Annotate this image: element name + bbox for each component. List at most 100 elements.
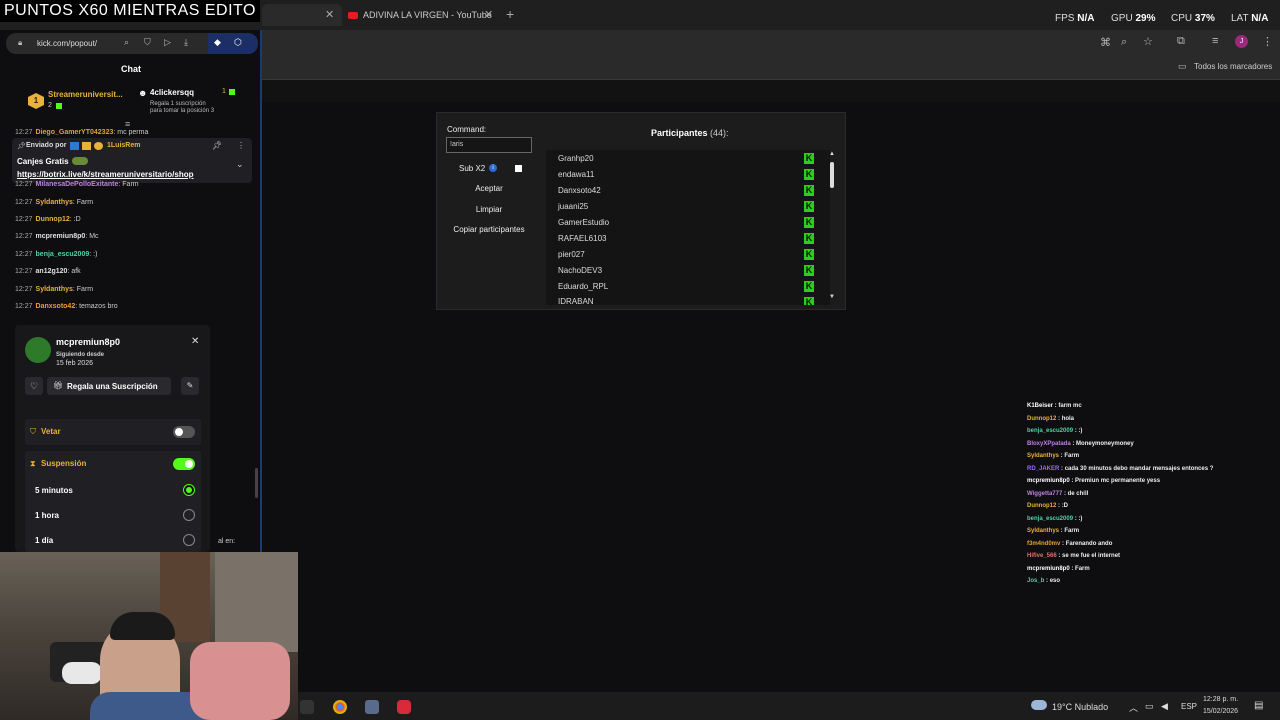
radio-1-hour[interactable] (183, 509, 195, 521)
command-value: !aris (450, 141, 464, 148)
fps-metric: FPS N/A (1055, 13, 1095, 24)
info-icon[interactable]: i (489, 164, 497, 172)
overlay-chat-line: Dunnop12 : :D (1027, 503, 1069, 509)
all-bookmarks-link[interactable]: Todos los marcadores (1194, 62, 1272, 71)
overlay-chat-line: mcpremiun8p0 : Farm (1027, 566, 1090, 572)
page-header-strip (260, 80, 1280, 102)
kick-badge-icon: K (804, 233, 814, 244)
youtube-icon (348, 11, 358, 19)
kick-badge-icon: K (804, 201, 814, 212)
overlay-chat-line: RD_JAKER : cada 30 minutos debo mandar m… (1027, 466, 1214, 472)
option-1-hour[interactable]: 1 hora (35, 511, 59, 520)
clear-button[interactable]: Limpiar (449, 205, 529, 214)
chevron-down-icon[interactable]: ⌄ (236, 159, 244, 170)
pinned-title: Canjes Gratis (17, 157, 69, 166)
app-icon[interactable] (365, 700, 379, 714)
zoom-icon[interactable]: ⌕ (1121, 36, 1127, 49)
option-1-day[interactable]: 1 día (35, 536, 53, 545)
chat-trailing-text: al en: (218, 538, 236, 545)
gift-icon (229, 89, 235, 95)
radio-5-minutes[interactable] (183, 484, 195, 496)
tab-close-icon[interactable]: ✕ (484, 8, 493, 21)
profile-avatar[interactable]: J (1235, 35, 1248, 48)
close-icon[interactable]: ✕ (191, 336, 199, 347)
bookmark-star-icon[interactable]: ☆ (1143, 35, 1153, 48)
accept-button[interactable]: Aceptar (449, 184, 529, 193)
collapse-icon[interactable]: ≡ (125, 119, 130, 129)
pinned-sent-by: Enviado por (26, 142, 67, 149)
following-label: Siguiendo desde (56, 352, 105, 358)
sub-x2-checkbox[interactable] (515, 165, 522, 172)
weather-text[interactable]: 19°C Nublado (1052, 702, 1108, 712)
follow-heart-button[interactable]: ♡ (25, 377, 43, 395)
timeout-toggle[interactable] (173, 458, 195, 470)
volume-icon[interactable]: ◀ (1161, 701, 1168, 712)
box-icon[interactable]: ⬡ (234, 37, 242, 48)
scroll-up-icon[interactable]: ▲ (829, 151, 835, 157)
pinned-sender[interactable]: 1LuisRem (107, 142, 140, 149)
new-tab-button[interactable]: + (506, 6, 514, 22)
gift-sub-label: Regala una Suscripción (67, 382, 158, 391)
extensions-icon[interactable]: ⧉ (1177, 35, 1185, 48)
overlay-chat-line: f3m4nd0mv : Farenando ando (1027, 541, 1113, 547)
obs-icon[interactable] (397, 700, 411, 714)
popout-url[interactable]: kick.com/popout/ (37, 39, 97, 48)
participants-scrollbar[interactable] (830, 162, 834, 188)
gpu-metric: GPU 29% (1111, 13, 1156, 24)
shield-icon[interactable]: ⛉ (144, 37, 151, 48)
clock-time[interactable]: 12:28 p. m. (1203, 696, 1238, 703)
popout-url-bar[interactable]: 🔒︎ kick.com/popout/ ⌕ ⛉ ▷ ⤓ ◆ ⬡ (6, 33, 258, 54)
controller (62, 662, 102, 684)
scroll-down-icon[interactable]: ▼ (829, 294, 835, 300)
sub-x2-label: Sub X2 (459, 164, 486, 173)
download-icon[interactable]: ⤓ (184, 37, 188, 48)
pinned-link[interactable]: https://botrix.live/k/streameruniversita… (17, 170, 194, 179)
command-input[interactable]: !aris (446, 137, 532, 153)
option-5-minutes[interactable]: 5 minutos (35, 486, 73, 495)
reading-list-icon[interactable]: ≡ (1212, 35, 1218, 47)
diamond-icon[interactable]: ◆ (214, 37, 221, 48)
ban-toggle[interactable] (173, 426, 195, 438)
ban-label: Vetar (41, 427, 61, 436)
radio-1-day[interactable] (183, 534, 195, 546)
overlay-chat-line: K1Beiser : farm mc (1027, 403, 1082, 409)
kick-badge-icon: K (804, 153, 814, 164)
list-item: Granhp20 (558, 154, 594, 163)
gift-sub-button[interactable]: 🎁︎ Regala una Suscripción (47, 377, 171, 395)
chat-message: 12:27 an12g120: afk (15, 268, 81, 275)
language-indicator[interactable]: ESP (1181, 702, 1197, 711)
kick-badge-icon: K (804, 265, 814, 276)
menu-icon[interactable]: ⋮ (1262, 35, 1273, 48)
mention-icon[interactable]: ✎ (181, 377, 199, 395)
app-icon[interactable] (300, 700, 314, 714)
leader-2-name[interactable]: 4clickersqq (150, 88, 194, 97)
chat-scrollbar[interactable] (255, 468, 258, 498)
chrome-icon[interactable] (333, 700, 347, 714)
clock-date[interactable]: 15/02/2026 (1203, 708, 1238, 715)
tab-youtube[interactable]: ADIVINA LA VIRGEN - YouTube (348, 4, 498, 26)
send-icon[interactable]: ▷ (164, 37, 171, 48)
kick-badge-icon: K (804, 217, 814, 228)
unpin-icon[interactable]: 📌︎ (212, 141, 222, 150)
search-icon[interactable]: ⌕ (124, 37, 129, 48)
kick-badge-icon: K (804, 281, 814, 292)
chat-message: 12:27 MilanesaDePolloExitante: Farm (15, 181, 139, 188)
translate-icon[interactable]: ⌘ (1100, 36, 1111, 49)
leader-1-name[interactable]: Streameruniversit... (48, 90, 123, 99)
more-options-icon[interactable]: ⋮ (237, 141, 245, 150)
notifications-icon[interactable]: ▤ (1254, 700, 1263, 711)
command-label: Command: (447, 125, 487, 134)
chat-title: Chat (121, 64, 141, 74)
network-icon[interactable]: ▭ (1145, 701, 1154, 712)
lat-metric: LAT N/A (1231, 13, 1269, 24)
chevron-up-icon[interactable]: ︿ (1129, 701, 1138, 714)
copy-participants-button[interactable]: Copiar participantes (444, 225, 534, 234)
list-item: RAFAEL6103 (558, 234, 607, 243)
cap (110, 612, 175, 640)
pinned-message: 📌︎ Enviado por 1LuisRem 📌︎ ⋮ Canjes Grat… (12, 138, 252, 183)
sub-badge-icon (94, 142, 103, 150)
lock-icon: 🔒︎ (18, 38, 23, 47)
webcam-feed (0, 552, 298, 720)
tab-close-icon[interactable]: ✕ (325, 8, 334, 21)
timeout-label: Suspensión (41, 459, 87, 468)
